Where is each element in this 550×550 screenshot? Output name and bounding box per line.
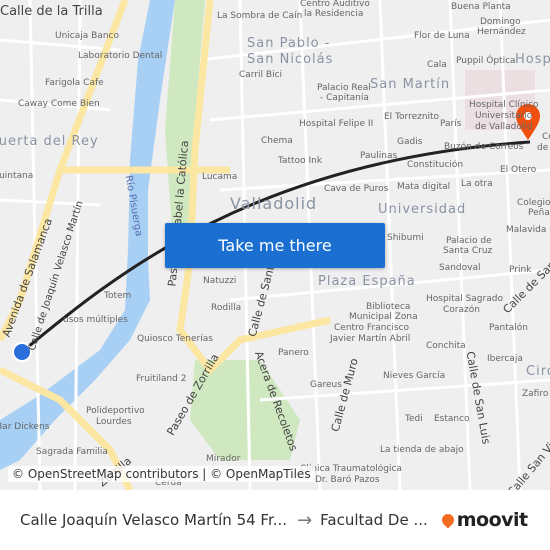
poi-label: Quiosco Tenerías — [137, 334, 213, 344]
poi-label: Lucama — [202, 172, 238, 182]
poi-label: Ibercaja — [487, 354, 523, 364]
poi-label: Buena Planta — [451, 2, 511, 12]
district-label: Huerta del Rey — [0, 134, 99, 149]
route-footer: Calle Joaquín Velasco Martín 54 Fr... → … — [0, 490, 550, 550]
origin-name: Calle Joaquín Velasco Martín 54 Fr... — [20, 511, 288, 529]
district-label: San Martín — [370, 77, 451, 92]
poi-label: Sandoval — [439, 263, 481, 273]
poi-label: Co — [542, 132, 550, 142]
poi-label: Zafiro — [522, 389, 549, 399]
poi-label: Peñas — [528, 208, 550, 218]
district-label: Plaza España — [318, 274, 416, 289]
poi-label: Pantalón — [489, 323, 528, 333]
district-label: Hospital — [515, 52, 550, 67]
poi-label: - Capitanía — [320, 93, 369, 103]
poi-label: Tattoo Ink — [278, 156, 323, 166]
poi-label: Dr. Baró Pazos — [315, 475, 380, 485]
poi-label: El Otero — [500, 165, 537, 175]
city-label: Valladolid — [230, 194, 318, 213]
poi-label: Municipal Zona — [349, 312, 418, 322]
poi-label: Universitario — [475, 111, 533, 121]
poi-label: de Valladolid — [475, 122, 533, 132]
poi-label: Gareus — [310, 380, 342, 390]
poi-label: Santa Cruz — [443, 246, 493, 256]
poi-label: Sagrada Familia — [36, 447, 108, 457]
poi-label: Centro Francisco — [334, 323, 409, 333]
poi-label: Tedi — [405, 414, 423, 424]
poi-label: Quintana — [0, 171, 34, 181]
poi-label: Polideportivo — [86, 406, 145, 416]
street-label: Calle de la Trilla — [0, 4, 103, 19]
poi-label: Fruitiland 2 — [136, 374, 187, 384]
poi-label: Conchita — [426, 341, 466, 351]
poi-label: Lourdes — [96, 417, 132, 427]
poi-label: Cala — [427, 60, 447, 70]
poi-label: La Sombra de Caín — [217, 11, 303, 21]
moovit-logo: moovit — [439, 509, 528, 531]
poi-label: Malavida — [506, 225, 547, 235]
poi-label: Estanco — [434, 414, 470, 424]
arrow-right-icon: → — [297, 509, 313, 531]
poi-label: Unicaja Banco — [55, 31, 119, 41]
poi-label: Buzón de Correos — [444, 142, 524, 152]
moovit-wordmark: moovit — [456, 509, 528, 531]
poi-label: Chema — [261, 136, 293, 146]
poi-label: Hernández — [477, 27, 526, 37]
take-me-there-button[interactable]: Take me there — [165, 223, 385, 268]
district-label: San Pablo - — [247, 36, 331, 51]
poi-label: Nieves García — [383, 371, 446, 381]
poi-label: Mata digital — [397, 182, 451, 192]
poi-label: Clínica Traumatológica — [300, 464, 402, 474]
poi-label: Javier Martín Abril — [330, 334, 411, 344]
poi-label: Farigola Cafe — [45, 78, 104, 88]
map[interactable]: Calle de la Trilla Avenida de Salamanca … — [0, 0, 550, 490]
poi-label: la Residencia — [304, 9, 364, 19]
poi-label: de — [537, 143, 549, 153]
poi-label: Corazón — [443, 305, 480, 315]
district-label: Circular — [526, 364, 550, 379]
poi-label: Flor de Luna — [414, 31, 470, 41]
poi-label: Bar Dickens — [0, 422, 50, 432]
poi-label: París — [440, 119, 462, 129]
poi-label: El Torreznito — [384, 112, 440, 122]
poi-label: Hospital Clínico — [469, 100, 539, 110]
poi-label: Caway Come Bien — [18, 99, 100, 109]
poi-label: Laboratorio Dental — [78, 51, 163, 61]
destination-name: Facultad De ... — [320, 511, 428, 529]
poi-label: Natuzzi — [203, 276, 237, 286]
poi-label: Constitución — [407, 160, 464, 170]
poi-label: La otra — [461, 179, 493, 189]
moovit-pin-icon — [439, 511, 457, 529]
poi-label: Paulinas — [360, 151, 398, 161]
poi-label: Mirador — [206, 454, 241, 464]
poi-label: Rodilla — [211, 303, 242, 313]
poi-label: Carril Bici — [239, 70, 283, 80]
poi-label: La tienda de abajo — [380, 445, 464, 455]
poi-label: Puppil Óptica — [456, 56, 516, 66]
poi-label: Hospital Felipe II — [299, 119, 374, 129]
poi-label: usos múltiples — [63, 315, 128, 325]
poi-label: Totem — [104, 291, 132, 301]
district-label: Universidad — [378, 202, 467, 217]
poi-label: Prink — [509, 265, 532, 275]
poi-label: Panero — [278, 348, 309, 358]
map-attribution[interactable]: © OpenStreetMap contributors | © OpenMap… — [8, 466, 315, 482]
poi-label: Shibumi — [387, 233, 424, 243]
poi-label: Gadis — [397, 137, 423, 147]
poi-label: Hospital Sagrado — [426, 294, 503, 304]
district-label: San Nicolás — [247, 52, 334, 67]
poi-label: Cava de Puros — [324, 184, 389, 194]
